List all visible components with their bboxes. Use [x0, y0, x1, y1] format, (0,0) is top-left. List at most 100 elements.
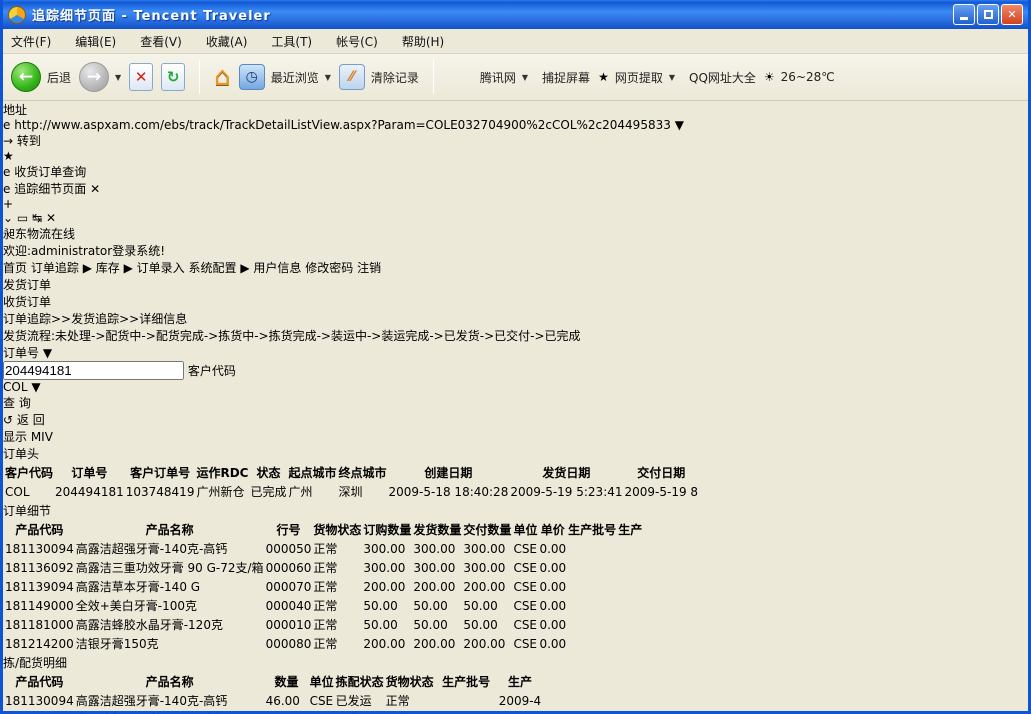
back-arrow-icon: ←: [11, 62, 41, 92]
menu-account[interactable]: 帐号(C): [336, 33, 378, 50]
table-cell: 300.00: [413, 559, 461, 576]
minimize-button[interactable]: [953, 4, 975, 25]
table-cell: CSE: [513, 616, 537, 633]
tab-close-icon[interactable]: ✕: [90, 182, 100, 196]
forward-button[interactable]: → ▼: [79, 62, 121, 92]
order-type-select[interactable]: 订单号 ▼: [3, 344, 1028, 361]
customer-code-select[interactable]: COL ▼: [3, 380, 1028, 394]
chevron-double-down-icon[interactable]: ⌄: [3, 211, 13, 225]
weather-widget[interactable]: ☀ 26~28℃: [764, 70, 835, 84]
menu-view[interactable]: 查看(V): [140, 33, 182, 50]
address-bar: 地址 e http://www.aspxam.com/ebs/track/Tra…: [3, 101, 1028, 149]
recent-history-button[interactable]: ◷ 最近浏览 ▼: [239, 64, 331, 90]
back-button[interactable]: ← 后退: [11, 62, 71, 92]
column-header: 订购数量: [363, 521, 411, 538]
subnav-item-receiving-orders[interactable]: 收货订单: [3, 293, 1028, 310]
table-cell: 高露洁草本牙膏-140 G: [76, 578, 264, 595]
table-cell: 181130094: [5, 540, 74, 557]
address-dropdown-icon[interactable]: ▼: [675, 118, 684, 132]
stop-button[interactable]: ✕: [129, 63, 153, 91]
recent-dropdown-icon[interactable]: ▼: [325, 73, 331, 82]
new-tab-button[interactable]: +: [3, 197, 1028, 211]
menu-help[interactable]: 帮助(H): [402, 33, 444, 50]
table-cell: 200.00: [413, 635, 461, 652]
menu-tools[interactable]: 工具(T): [271, 33, 312, 50]
table-cell: CSE: [513, 540, 537, 557]
table-cell: 广州新仓: [196, 483, 248, 500]
qq-sites-button[interactable]: QQ网址大全: [683, 69, 756, 86]
home-button[interactable]: ⌂: [214, 62, 231, 92]
menu-file[interactable]: 文件(F): [11, 33, 51, 50]
table-cell: [618, 635, 642, 652]
tab-tracking-detail[interactable]: e 追踪细节页面 ✕: [3, 180, 1028, 197]
minimize-icon: [960, 17, 968, 20]
order-number-input[interactable]: [3, 361, 184, 380]
table-cell: 181181000: [5, 616, 74, 633]
table-cell: CSE: [513, 597, 537, 614]
table-cell: 181214200: [5, 635, 74, 652]
maximize-button[interactable]: [977, 4, 999, 25]
table-cell: 181136092: [5, 559, 74, 576]
table-cell: 高露洁超强牙膏-140克-高钙: [76, 540, 264, 557]
search-button[interactable]: 查 询: [3, 394, 1028, 411]
nav-item-order-entry[interactable]: 订单录入: [137, 261, 185, 275]
menu-edit[interactable]: 编辑(E): [75, 33, 116, 50]
address-url: http://www.aspxam.com/ebs/track/TrackDet…: [14, 118, 671, 132]
table-cell: [618, 578, 642, 595]
close-button[interactable]: ✕: [1001, 4, 1023, 25]
forward-dropdown-icon[interactable]: ▼: [115, 73, 121, 82]
nav-item-user-info[interactable]: 用户信息: [253, 261, 301, 275]
nav-item-home[interactable]: 首页: [3, 261, 27, 275]
table-cell: 46.00: [266, 692, 308, 709]
tab-page-icon: e: [3, 165, 10, 179]
app-logo-icon: [8, 6, 26, 24]
refresh-button[interactable]: ↻: [161, 63, 185, 91]
table-header-row: 产品代码产品名称数量单位拣配状态货物状态生产批号生产: [5, 673, 541, 690]
nav-item-logout[interactable]: 注销: [357, 261, 381, 275]
extract-page-button[interactable]: ★ 网页提取 ▼: [598, 69, 675, 86]
close-tabs-icon[interactable]: ✕: [46, 211, 56, 225]
go-button[interactable]: → 转到: [3, 132, 1028, 149]
column-header: 创建日期: [389, 464, 509, 481]
arrange-tabs-icon[interactable]: ↹: [32, 211, 42, 225]
table-cell: 0.00: [539, 540, 566, 557]
nav-item-order-tracking[interactable]: 订单追踪: [31, 261, 79, 275]
column-header: 行号: [266, 521, 312, 538]
column-header: 拣配状态: [336, 673, 384, 690]
customer-code-label: 客户代码: [188, 364, 236, 378]
tab-label: 收货订单查询: [14, 165, 86, 179]
address-input[interactable]: e http://www.aspxam.com/ebs/track/TrackD…: [3, 118, 1028, 132]
table-cell: 高露洁三重功效牙膏 90 G-72支/箱: [76, 559, 264, 576]
table-cell: 181130094: [5, 692, 74, 709]
table-cell: 300.00: [363, 559, 411, 576]
clear-history-button[interactable]: ⁄⁄ 清除记录: [339, 64, 419, 90]
extract-dropdown-icon[interactable]: ▼: [669, 73, 675, 82]
table-cell: 2009-5-19 8: [625, 483, 699, 500]
restore-window-icon[interactable]: ▭: [17, 211, 28, 225]
show-miv-button[interactable]: 显示 MIV: [3, 428, 1028, 445]
site-brand: 昶东物流在线: [3, 227, 75, 241]
tencent-dropdown-icon[interactable]: ▼: [522, 73, 528, 82]
table-cell: [568, 559, 616, 576]
stop-icon: ✕: [129, 63, 153, 91]
capture-screen-button[interactable]: 捕捉屏幕: [536, 69, 590, 86]
table-cell: [618, 540, 642, 557]
weather-icon: ☀: [764, 70, 775, 84]
tencent-site-button[interactable]: 腾讯网 ▼: [448, 64, 528, 90]
menu-favorites[interactable]: 收藏(A): [206, 33, 248, 50]
tencent-logo-icon: [448, 64, 474, 90]
address-label: 地址: [3, 103, 27, 117]
column-header: 单价: [539, 521, 566, 538]
subnav-item-shipping-orders[interactable]: 发货订单: [3, 276, 1028, 293]
tab-receiving-order-query[interactable]: e 收货订单查询: [3, 163, 1028, 180]
return-button[interactable]: ↺ 返 回: [3, 411, 1028, 428]
table-cell: [618, 597, 642, 614]
column-header: 生产: [499, 673, 542, 690]
nav-item-system-config[interactable]: 系统配置: [189, 261, 237, 275]
column-header: 产品代码: [5, 673, 74, 690]
favorites-button[interactable]: ★: [3, 149, 1028, 163]
nav-item-inventory[interactable]: 库存: [96, 261, 120, 275]
nav-item-change-password[interactable]: 修改密码: [305, 261, 353, 275]
table-cell: 正常: [313, 578, 361, 595]
table-row: 181130094高露洁超强牙膏-140克-高钙000050正常300.0030…: [5, 540, 642, 557]
